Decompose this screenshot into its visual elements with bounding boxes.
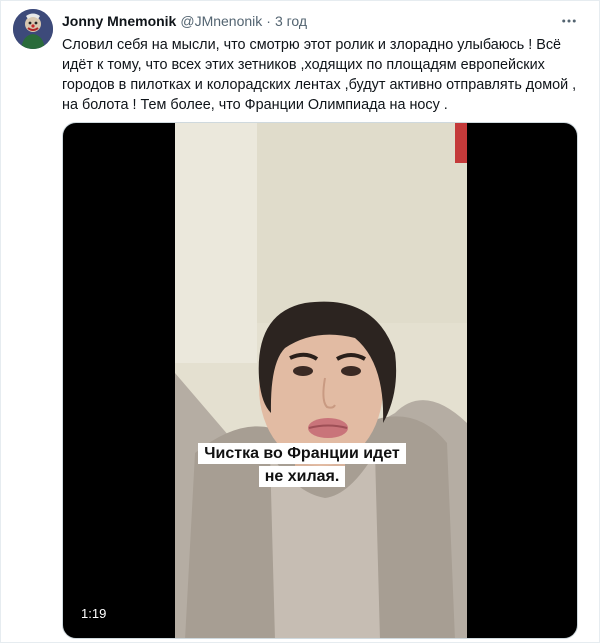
video-caption: Чистка во Франции идет не хилая.	[184, 443, 420, 489]
video-duration: 1:19	[77, 605, 111, 622]
more-horizontal-icon	[562, 19, 576, 23]
tweet-text: Словил себя на мысли, что смотрю этот ро…	[62, 37, 577, 113]
tweet-card: Jonny Mnemonik @JMnenonik · 3 год Словил…	[0, 0, 600, 643]
video-thumbnail-image	[175, 123, 467, 638]
caption-line-1: Чистка во Франции идет	[198, 443, 406, 464]
caption-line-2: не хилая.	[258, 466, 346, 487]
avatar-image	[13, 9, 53, 49]
avatar[interactable]	[13, 9, 53, 49]
user-handle[interactable]: @JMnenonik	[180, 13, 262, 29]
display-name[interactable]: Jonny Mnemonik	[62, 13, 176, 29]
separator-dot: ·	[266, 13, 271, 29]
tweet-header: Jonny Mnemonik @JMnenonik · 3 год	[62, 11, 307, 31]
tweet-timestamp[interactable]: 3 год	[275, 13, 307, 29]
video-player[interactable]: Чистка во Франции идет не хилая. 1:19	[62, 122, 578, 639]
video-frame	[175, 123, 467, 638]
more-options-button[interactable]	[559, 11, 579, 31]
